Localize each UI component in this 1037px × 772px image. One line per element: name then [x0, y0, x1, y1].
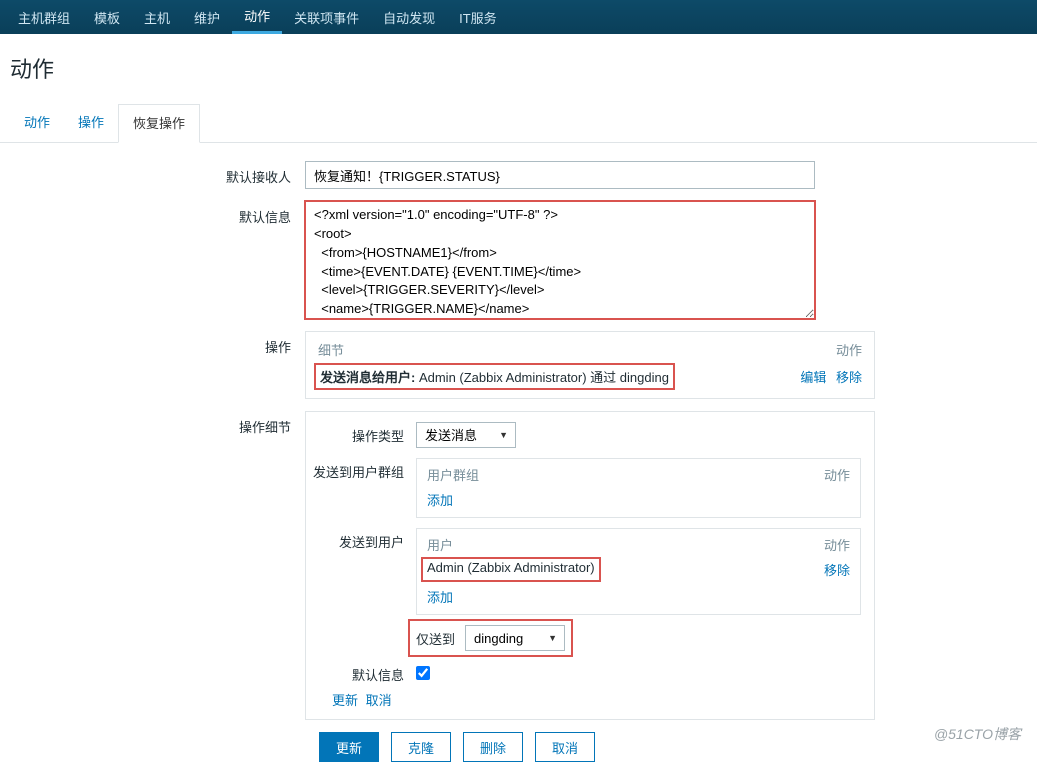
update-button[interactable]: 更新: [319, 732, 379, 762]
topnav-maintenance[interactable]: 维护: [182, 0, 232, 34]
bottom-button-bar: 更新 克隆 删除 取消: [319, 732, 1027, 762]
users-box: 用户 动作 Admin (Zabbix Administrator) 移除 添加: [416, 528, 861, 615]
op-detail-update-link[interactable]: 更新: [332, 693, 358, 708]
op-type-select[interactable]: 发送消息: [416, 422, 516, 448]
operation-value: Admin (Zabbix Administrator) 通过 dingding: [419, 370, 669, 385]
watermark: @51CTO博客: [934, 724, 1021, 744]
subtab-recovery[interactable]: 恢复操作: [118, 104, 200, 143]
clone-button[interactable]: 克隆: [391, 732, 451, 762]
topnav-label: 动作: [244, 6, 270, 25]
topnav-actions[interactable]: 动作: [232, 0, 282, 34]
topnav-hosts[interactable]: 主机: [132, 0, 182, 34]
user-groups-box: 用户群组 动作 添加: [416, 458, 861, 518]
topnav-hostgroups[interactable]: 主机群组: [6, 0, 82, 34]
label-operations: 操作: [10, 331, 305, 356]
label-send-to-groups: 发送到用户群组: [306, 458, 416, 481]
col-user: 用户: [427, 535, 453, 554]
col-action: 动作: [824, 465, 850, 484]
default-message-textarea[interactable]: [305, 201, 815, 319]
topnav-itservices[interactable]: IT服务: [447, 0, 509, 34]
subtabs: 动作 操作 恢复操作: [0, 104, 1037, 143]
operation-row: 发送消息给用户: Admin (Zabbix Administrator) 通过…: [314, 363, 675, 390]
op-detail-cancel-link[interactable]: 取消: [366, 693, 392, 708]
label-only-send-to: 仅送到: [416, 629, 455, 648]
default-msg-checkbox[interactable]: [416, 666, 430, 680]
operation-detail-box: 操作类型 发送消息 发送到用户群组 用户群组 动作 添加: [305, 411, 875, 720]
topnav-discovery[interactable]: 自动发现: [371, 0, 447, 34]
subtab-operations[interactable]: 操作: [64, 104, 118, 142]
topnav-correlation[interactable]: 关联项事件: [282, 0, 371, 34]
ops-header-action: 动作: [836, 340, 862, 359]
cancel-button[interactable]: 取消: [535, 732, 595, 762]
label-operation-detail: 操作细节: [10, 411, 305, 436]
delete-button[interactable]: 删除: [463, 732, 523, 762]
operation-prefix: 发送消息给用户:: [320, 370, 419, 385]
only-send-to-select[interactable]: dingding: [465, 625, 565, 651]
col-usergroup: 用户群组: [427, 465, 479, 484]
label-default-msg-check: 默认信息: [332, 661, 416, 684]
form-area: 默认接收人 默认信息 操作 细节 动作 发送消息给用户: Admin (Zabb…: [0, 143, 1037, 772]
operation-edit-link[interactable]: 编辑: [800, 370, 826, 385]
operation-remove-link[interactable]: 移除: [836, 370, 862, 385]
operations-box: 细节 动作 发送消息给用户: Admin (Zabbix Administrat…: [305, 331, 875, 399]
chevron-down-icon: [232, 0, 282, 6]
user-entry: Admin (Zabbix Administrator): [423, 559, 599, 580]
topnav-templates[interactable]: 模板: [82, 0, 132, 34]
add-user-link[interactable]: 添加: [427, 587, 850, 606]
page-title: 动作: [0, 34, 1037, 104]
label-send-to-users: 发送到用户: [306, 528, 416, 551]
label-default-recipient: 默认接收人: [10, 161, 305, 186]
label-default-message: 默认信息: [10, 201, 305, 226]
subtab-action[interactable]: 动作: [10, 104, 64, 142]
add-usergroup-link[interactable]: 添加: [427, 490, 850, 509]
user-remove-link[interactable]: 移除: [824, 560, 850, 579]
top-nav: 主机群组 模板 主机 维护 动作 关联项事件 自动发现 IT服务: [0, 0, 1037, 34]
label-op-type: 操作类型: [306, 422, 416, 445]
default-recipient-input[interactable]: [305, 161, 815, 189]
ops-header-detail: 细节: [318, 340, 344, 359]
col-action2: 动作: [824, 535, 850, 554]
